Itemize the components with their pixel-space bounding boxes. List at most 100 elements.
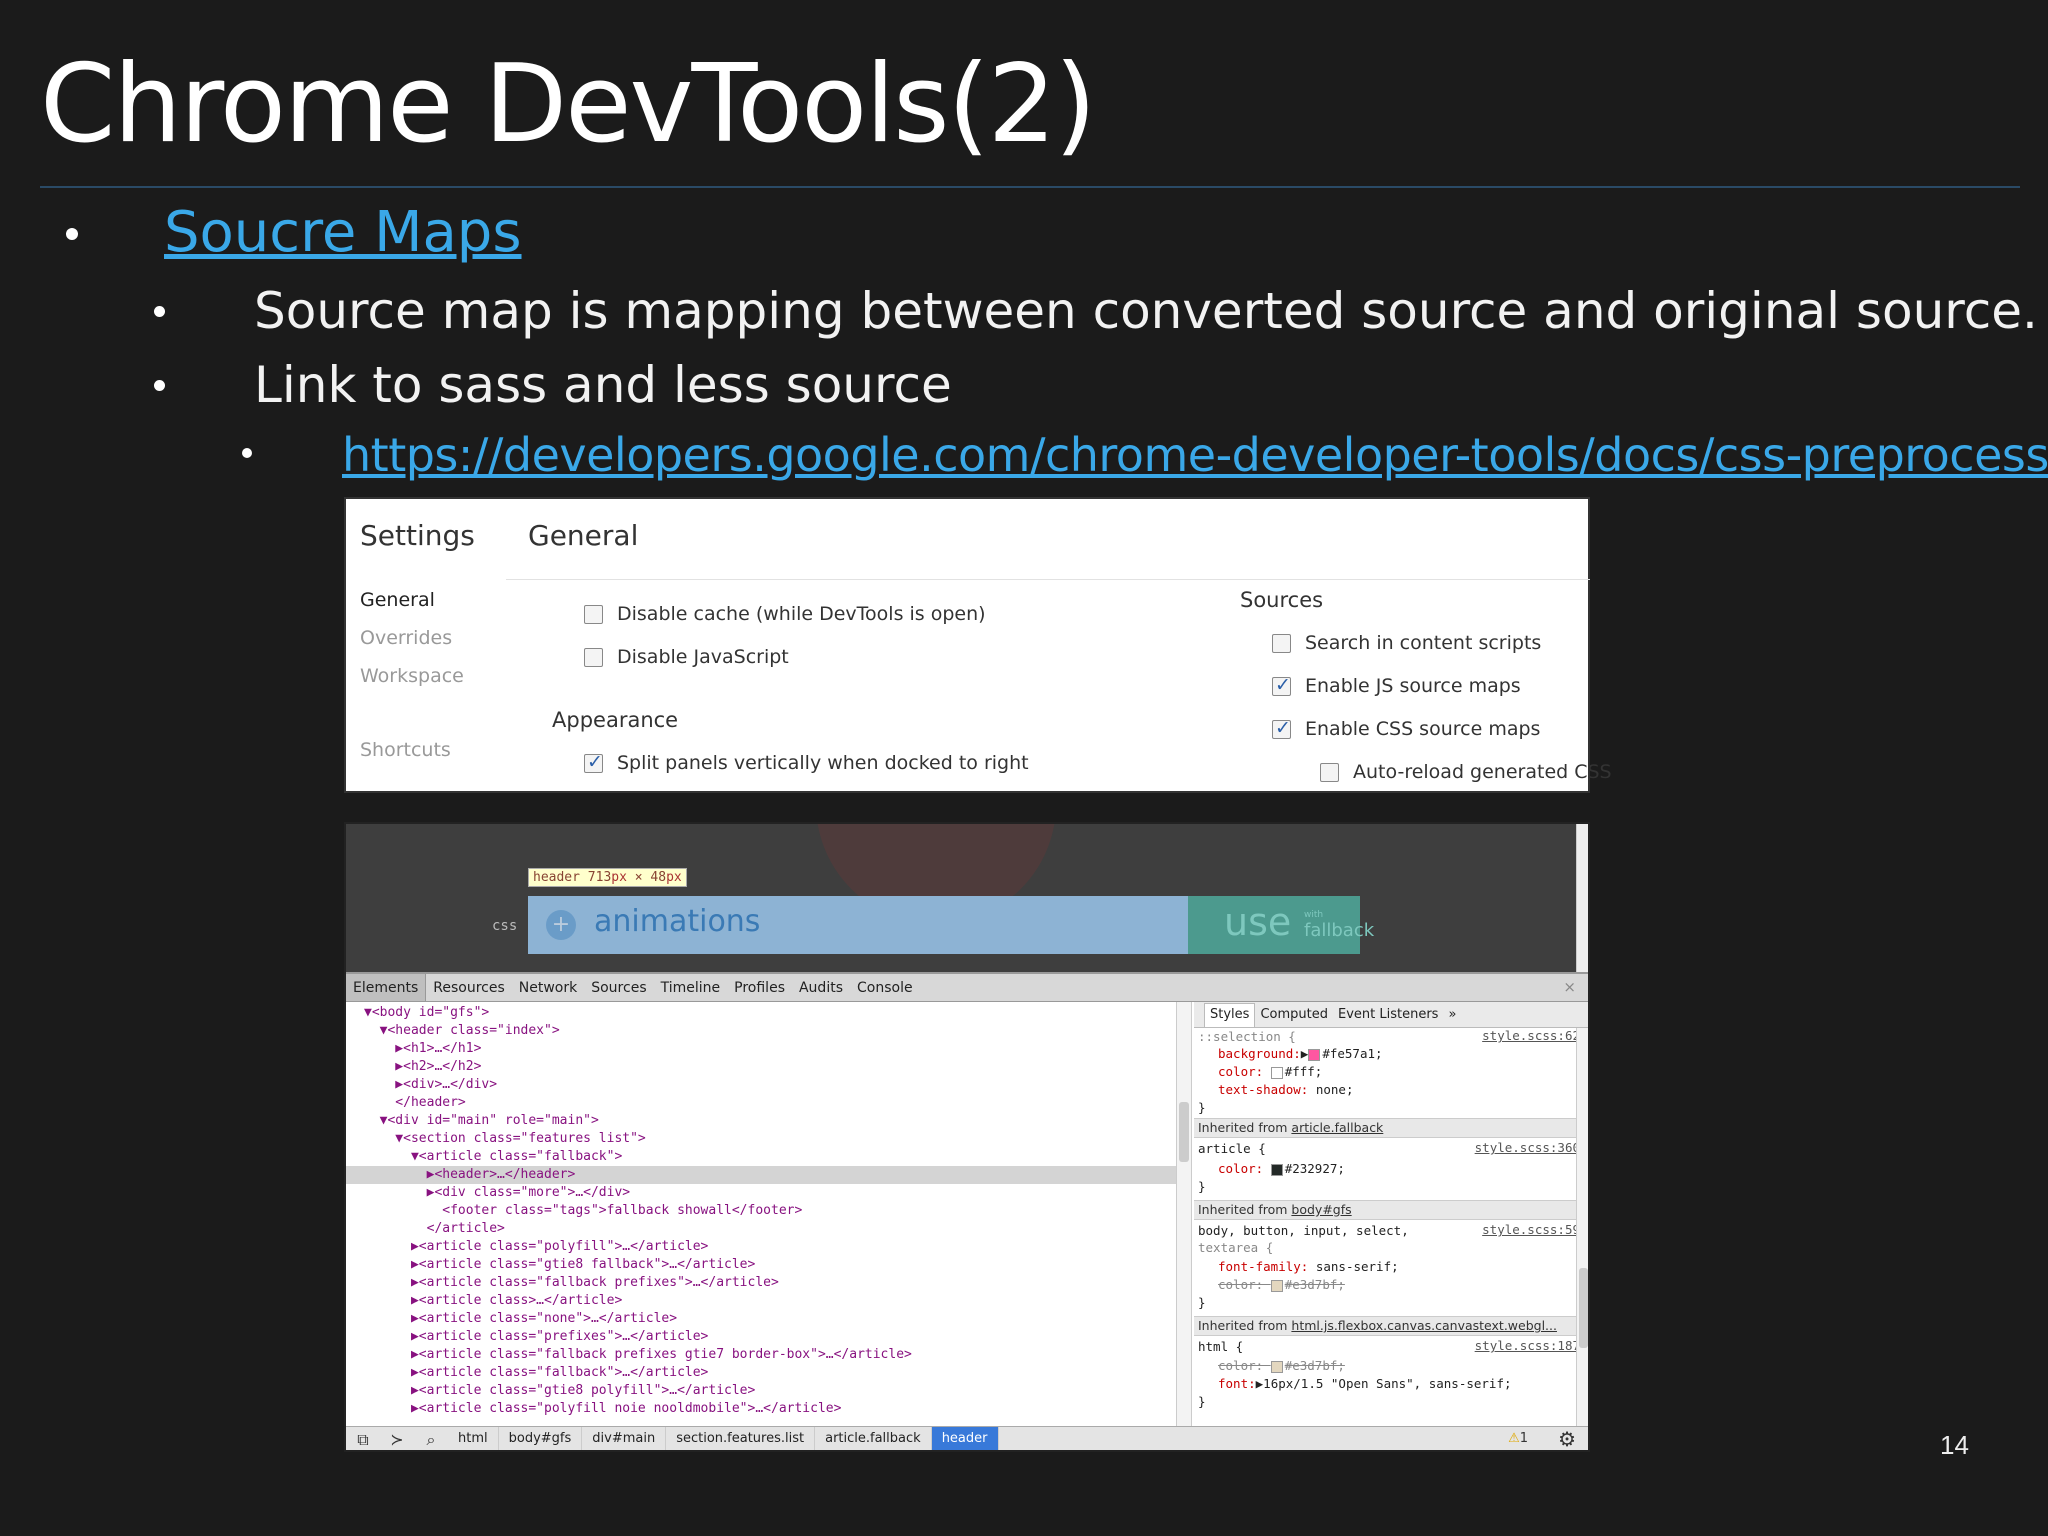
style-scss-59-link[interactable]: style.scss:59 — [1482, 1222, 1580, 1237]
search-icon[interactable]: ⌕ — [414, 1430, 448, 1450]
tab-console[interactable]: Console — [850, 980, 920, 996]
sources-heading: Sources — [1240, 588, 1324, 612]
dom-node[interactable]: ▶<article class="gtie8 polyfill">…</arti… — [364, 1382, 755, 1400]
tab-network[interactable]: Network — [512, 980, 584, 996]
css-property: color: — [1218, 1064, 1264, 1079]
dom-node[interactable]: ▼<header class="index"> — [364, 1022, 560, 1040]
disable-javascript-checkbox[interactable] — [584, 647, 603, 667]
dom-node[interactable]: ▶<div class="more">…</div> — [364, 1184, 631, 1202]
more-tabs-icon[interactable]: » — [1443, 1007, 1461, 1022]
color-swatch-dark[interactable] — [1270, 1163, 1283, 1176]
auto-reload-css-option[interactable]: Auto-reload generated CSS — [1320, 761, 1612, 783]
background-declaration[interactable]: background:▶ #fe57a1; — [1218, 1045, 1383, 1062]
breadcrumb-header[interactable]: header — [931, 1427, 999, 1450]
color-swatch-beige[interactable] — [1270, 1279, 1283, 1292]
auto-reload-css-checkbox[interactable] — [1320, 762, 1339, 782]
css-property: font-family: — [1218, 1259, 1309, 1274]
body-color-overridden[interactable]: color: #e3d7bf; — [1218, 1276, 1345, 1293]
tab-sources[interactable]: Sources — [584, 980, 653, 996]
scrollbar-thumb[interactable] — [1579, 1268, 1588, 1348]
enable-css-source-maps-checkbox[interactable] — [1272, 717, 1291, 739]
tab-computed[interactable]: Computed — [1255, 1007, 1333, 1022]
style-scss-62-link[interactable]: style.scss:62 — [1482, 1028, 1580, 1043]
tab-timeline[interactable]: Timeline — [654, 980, 728, 996]
dom-node[interactable]: ▶<h1>…</h1> — [364, 1040, 481, 1058]
text-shadow-declaration[interactable]: text-shadow: none; — [1218, 1081, 1353, 1098]
source-maps-link[interactable]: Soucre Maps — [164, 200, 522, 265]
css-property: font: — [1218, 1376, 1256, 1391]
breadcrumb-html[interactable]: html — [448, 1427, 499, 1450]
search-content-scripts-checkbox[interactable] — [1272, 633, 1291, 653]
gear-icon[interactable]: ⚙ — [1558, 1427, 1576, 1450]
split-panels-option[interactable]: Split panels vertically when docked to r… — [584, 751, 1029, 774]
dom-node[interactable]: ▼<article class="fallback"> — [364, 1148, 622, 1166]
dom-node[interactable]: ▼<div id="main" role="main"> — [364, 1112, 599, 1130]
split-panels-checkbox[interactable] — [584, 751, 603, 773]
disable-cache-option[interactable]: Disable cache (while DevTools is open) — [584, 603, 986, 625]
tab-styles[interactable]: Styles — [1204, 1002, 1256, 1027]
search-content-scripts-option[interactable]: Search in content scripts — [1272, 632, 1541, 654]
console-drawer-icon[interactable]: ≻ — [380, 1430, 414, 1449]
dom-node[interactable]: ▶<article class="none">…</article> — [364, 1310, 677, 1328]
breadcrumb-section[interactable]: section.features.list — [666, 1427, 816, 1450]
tab-profiles[interactable]: Profiles — [727, 980, 792, 996]
warnings-count[interactable]: ⚠1 — [1508, 1431, 1528, 1446]
html-color-overridden[interactable]: color: #e3d7bf; — [1218, 1357, 1345, 1374]
settings-nav-shortcuts[interactable]: Shortcuts — [360, 739, 451, 761]
tab-event-listeners[interactable]: Event Listeners — [1333, 1007, 1443, 1022]
dom-node[interactable]: ▼<body id="gfs"> — [364, 1004, 489, 1022]
settings-nav-workspace[interactable]: Workspace — [360, 665, 464, 687]
dom-node[interactable]: ▶<h2>…</h2> — [364, 1058, 481, 1076]
tab-elements[interactable]: Elements — [346, 974, 427, 1001]
article-color-declaration[interactable]: color: #232927; — [1218, 1160, 1345, 1177]
dom-node[interactable]: ▶<div>…</div> — [364, 1076, 497, 1094]
html-font-declaration[interactable]: font:▶16px/1.5 "Open Sans", sans-serif; — [1218, 1375, 1512, 1392]
tab-audits[interactable]: Audits — [792, 980, 850, 996]
dom-node[interactable]: ▶<article class="prefixes">…</article> — [364, 1328, 708, 1346]
font-family-declaration[interactable]: font-family: sans-serif; — [1218, 1258, 1399, 1275]
enable-js-source-maps-checkbox[interactable] — [1272, 674, 1291, 696]
general-panel-title: General — [528, 519, 639, 552]
disable-javascript-option[interactable]: Disable JavaScript — [584, 646, 789, 668]
tab-resources[interactable]: Resources — [426, 980, 512, 996]
dock-toggle-icon[interactable]: ⧉ — [346, 1430, 380, 1450]
close-icon[interactable]: × — [1563, 978, 1576, 996]
breadcrumb-div-main[interactable]: div#main — [582, 1427, 667, 1450]
css-preprocessors-url-link[interactable]: https://developers.google.com/chrome-dev… — [342, 428, 2048, 482]
inherited-element-link[interactable]: html.js.flexbox.canvas.canvastext.webgl.… — [1291, 1318, 1557, 1333]
dom-node[interactable]: </article> — [364, 1220, 505, 1238]
style-scss-360-link[interactable]: style.scss:360 — [1475, 1140, 1580, 1155]
style-scss-187-link[interactable]: style.scss:187 — [1475, 1338, 1580, 1353]
rule-close-brace: } — [1198, 1295, 1206, 1310]
enable-css-source-maps-option[interactable]: Enable CSS source maps — [1272, 717, 1540, 740]
color-swatch-beige[interactable] — [1270, 1360, 1283, 1373]
page-scrollbar[interactable] — [1576, 824, 1588, 972]
dom-tree-scrollbar[interactable] — [1176, 1002, 1192, 1426]
settings-title: Settings — [360, 519, 475, 552]
dom-node[interactable]: ▶<article class>…</article> — [364, 1292, 622, 1310]
settings-nav-overrides[interactable]: Overrides — [360, 627, 452, 649]
inherited-element-link[interactable]: article.fallback — [1291, 1120, 1383, 1135]
color-swatch-white[interactable] — [1270, 1066, 1283, 1079]
disable-cache-checkbox[interactable] — [584, 604, 603, 624]
dom-node[interactable]: ▶<article class="polyfill">…</article> — [364, 1238, 708, 1256]
color-declaration[interactable]: color: #fff; — [1218, 1063, 1322, 1080]
color-swatch-pink[interactable] — [1308, 1048, 1321, 1061]
dom-node-selected[interactable]: ▶<header>…</header> — [346, 1166, 1176, 1184]
dom-node[interactable]: </header> — [364, 1094, 465, 1112]
scrollbar-thumb[interactable] — [1179, 1102, 1189, 1162]
settings-nav-general[interactable]: General — [360, 589, 435, 611]
breadcrumb-body[interactable]: body#gfs — [499, 1427, 583, 1450]
styles-scrollbar[interactable] — [1576, 1028, 1588, 1426]
breadcrumb-article[interactable]: article.fallback — [815, 1427, 932, 1450]
dom-node[interactable]: ▶<article class="fallback">…</article> — [364, 1364, 708, 1382]
dom-node[interactable]: ▼<section class="features list"> — [364, 1130, 645, 1148]
dom-node[interactable]: ▶<article class="fallback prefixes gtie7… — [364, 1346, 912, 1364]
dom-node[interactable]: <footer class="tags">fallback showall</f… — [364, 1202, 802, 1220]
enable-js-source-maps-option[interactable]: Enable JS source maps — [1272, 674, 1521, 697]
dom-node[interactable]: ▶<article class="gtie8 fallback">…</arti… — [364, 1256, 755, 1274]
expand-arrow-icon[interactable]: ▶ — [1301, 1046, 1309, 1061]
dom-node[interactable]: ▶<article class="polyfill noie nooldmobi… — [364, 1400, 841, 1418]
dom-node[interactable]: ▶<article class="fallback prefixes">…</a… — [364, 1274, 779, 1292]
inherited-element-link[interactable]: body#gfs — [1291, 1202, 1351, 1217]
